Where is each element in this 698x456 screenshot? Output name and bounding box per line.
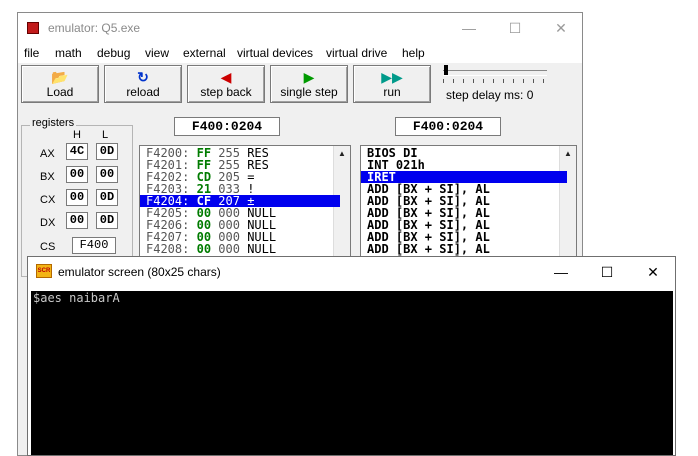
run-button[interactable]: ▶▶ run [353,65,431,103]
register-dx-label: DX [40,217,56,229]
load-button-label: Load [46,85,74,99]
menu-bar: file math debug view external virtual de… [18,43,582,63]
emulator-title: emulator: Q5.exe [48,21,141,35]
step-back-button[interactable]: ◀ step back [187,65,265,103]
screen-titlebar[interactable]: SCR emulator screen (80x25 chars) — ☐ ✕ [28,257,675,288]
step-back-button-label: step back [200,85,252,99]
single-step-button-label: single step [280,85,338,99]
step-delay-slider-thumb[interactable] [444,65,448,75]
menu-help[interactable]: help [402,46,425,60]
screen-close-button[interactable]: ✕ [630,257,676,287]
disasm-address-input[interactable]: F400:0204 [395,117,501,136]
step-delay-slider[interactable] [443,70,547,76]
register-bx-label: BX [40,171,55,183]
register-al-value[interactable]: 0D [96,143,118,160]
register-ch-value[interactable]: 00 [66,189,88,206]
menu-external[interactable]: external [183,46,226,60]
run-button-label: run [383,85,401,99]
register-cs-label: CS [40,241,56,253]
register-cx-label: CX [40,194,56,206]
reload-button-label: reload [126,85,160,99]
memory-list[interactable]: ▲ F4200: FF 255 RES F4201: FF 255 RES F420… [139,145,351,263]
memory-address-input[interactable]: F400:0204 [174,117,280,136]
register-bh-value[interactable]: 00 [66,166,88,183]
minimize-button[interactable]: — [446,13,492,43]
reload-icon: ↻ [137,69,149,85]
run-icon: ▶▶ [381,69,403,85]
step-back-icon: ◀ [220,69,232,85]
register-bl-value[interactable]: 00 [96,166,118,183]
register-low-header: L [102,129,109,141]
menu-debug[interactable]: debug [97,46,130,60]
step-delay-slider-ticks [443,79,547,83]
close-button[interactable]: ✕ [538,13,584,43]
menu-file[interactable]: file [24,46,39,60]
step-delay-label: step delay ms: 0 [446,88,534,102]
register-ax-label: AX [40,148,55,160]
menu-view[interactable]: view [145,46,169,60]
register-cs-value[interactable]: F400 [72,237,116,254]
emulator-titlebar[interactable]: emulator: Q5.exe — ☐ ✕ [18,13,582,43]
register-ah-value[interactable]: 4C [66,143,88,160]
single-step-icon: ▶ [303,69,315,85]
load-button[interactable]: 📂 Load [21,65,99,103]
single-step-button[interactable]: ▶ single step [270,65,348,103]
maximize-button[interactable]: ☐ [492,13,538,43]
screen-minimize-button[interactable]: — [538,257,584,287]
menu-math[interactable]: math [55,46,82,60]
reload-button[interactable]: ↻ reload [104,65,182,103]
registers-title: registers [30,117,77,129]
disassembly-list[interactable]: ▲ BIOS DI INT 021h IRET ADD [BX + SI], AL AD… [360,145,577,263]
folder-open-icon: 📂 [51,69,69,85]
console-area[interactable]: $aes naibarA [31,291,673,455]
menu-virtual-devices[interactable]: virtual devices [237,46,313,60]
register-dh-value[interactable]: 00 [66,212,88,229]
register-high-header: H [73,129,81,141]
screen-title: emulator screen (80x25 chars) [58,265,221,279]
screen-app-icon: SCR [36,264,52,278]
screen-maximize-button[interactable]: ☐ [584,257,630,287]
register-cl-value[interactable]: 0D [96,189,118,206]
emulator-screen-window: SCR emulator screen (80x25 chars) — ☐ ✕ … [27,256,676,456]
console-output: $aes naibarA [33,291,120,305]
menu-virtual-drive[interactable]: virtual drive [326,46,387,60]
register-dl-value[interactable]: 0D [96,212,118,229]
emulator-app-icon [27,22,39,34]
